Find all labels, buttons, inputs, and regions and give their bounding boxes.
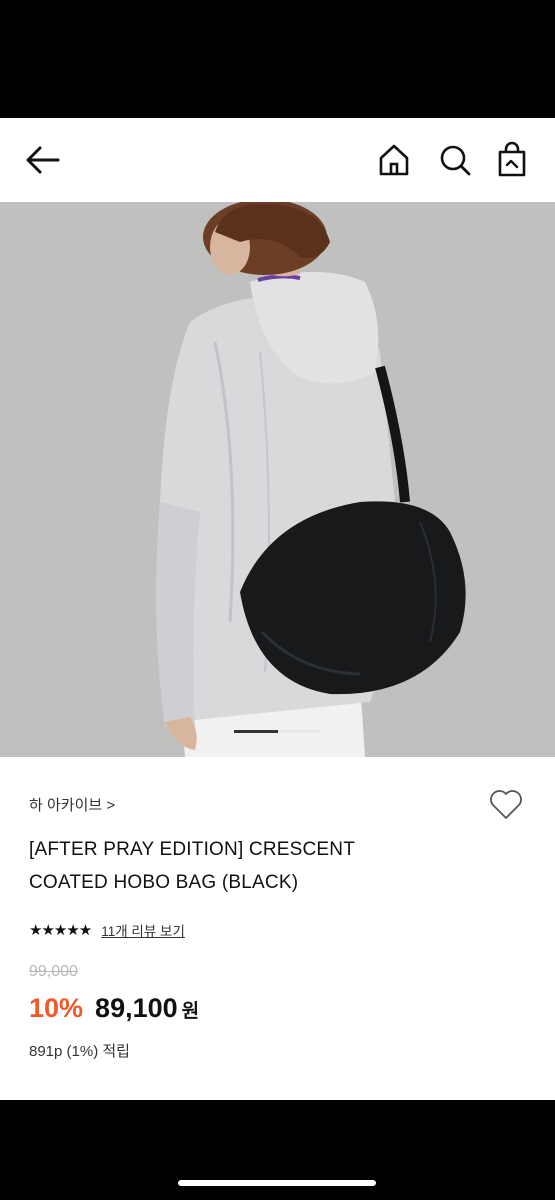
product-title: [AFTER PRAY EDITION] CRESCENT COATED HOB… — [29, 833, 499, 899]
top-nav-bar — [0, 118, 555, 202]
carousel-indicator — [234, 730, 324, 734]
back-button[interactable] — [24, 142, 64, 178]
home-indicator[interactable] — [178, 1180, 376, 1186]
sale-price: 89,100 — [95, 993, 178, 1023]
status-bar-area — [0, 0, 555, 118]
heart-icon — [490, 790, 522, 819]
reward-points: 891p (1%) 적립 — [29, 1043, 130, 1060]
price-row: 10% 89,100 원 — [29, 993, 199, 1024]
brand-link[interactable]: 하 아카이브 > — [29, 794, 115, 815]
rating-row: ★★★★★ 11개 리뷰 보기 — [29, 920, 185, 940]
search-button[interactable] — [437, 140, 473, 180]
product-title-line1: [AFTER PRAY EDITION] CRESCENT — [29, 839, 356, 860]
product-title-line2: COATED HOBO BAG (BLACK) — [29, 872, 299, 893]
home-icon — [379, 144, 409, 176]
original-price: 99,000 — [29, 963, 78, 980]
search-icon — [440, 145, 471, 176]
product-image-carousel[interactable] — [0, 202, 555, 757]
review-link[interactable]: 11개 리뷰 보기 — [101, 920, 185, 940]
arrow-left-icon — [26, 146, 60, 174]
shopping-bag-icon — [498, 141, 526, 177]
cart-button[interactable] — [494, 140, 530, 180]
currency-label: 원 — [181, 1001, 200, 1022]
carousel-indicator-active — [234, 730, 278, 733]
discount-rate: 10% — [29, 993, 84, 1023]
home-button[interactable] — [376, 140, 412, 180]
star-rating: ★★★★★ — [29, 922, 92, 939]
product-info: 하 아카이브 > [AFTER PRAY EDITION] CRESCENT C… — [0, 757, 555, 1100]
wishlist-button[interactable] — [488, 787, 524, 821]
carousel-indicator-track — [278, 730, 320, 733]
product-photo — [0, 202, 555, 757]
